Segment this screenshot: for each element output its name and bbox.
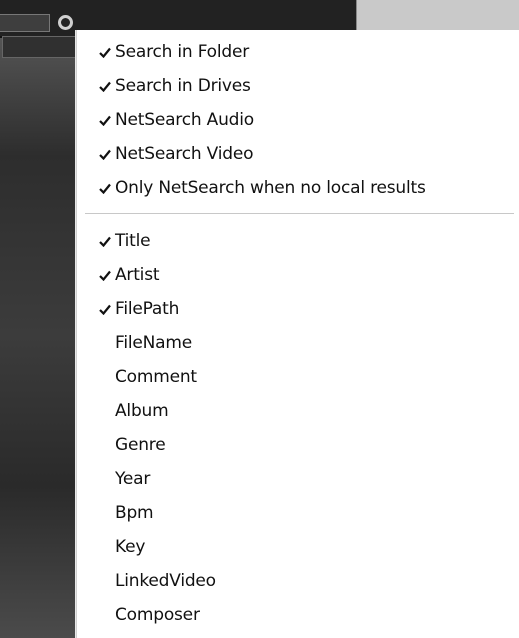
menu-item-label: FilePath: [115, 299, 180, 319]
checkmark-icon: [77, 69, 115, 103]
menu-item-label: Year: [115, 469, 151, 489]
menu-item-label: Key: [115, 537, 146, 557]
path-field[interactable]: [2, 36, 78, 58]
filter-field[interactable]: [0, 14, 50, 32]
menu-item-artist[interactable]: Artist: [77, 258, 519, 292]
menu-item-only-netsearch[interactable]: Only NetSearch when no local results: [77, 171, 519, 205]
menu-item-label: NetSearch Audio: [115, 110, 254, 130]
checkmark-icon: [77, 171, 115, 205]
menu-item-label: Search in Drives: [115, 76, 251, 96]
menu-item-label: Only NetSearch when no local results: [115, 178, 426, 198]
menu-item-search-in-folder[interactable]: Search in Folder: [77, 35, 519, 69]
checkmark-icon: [77, 103, 115, 137]
menu-item-year[interactable]: Year: [77, 462, 519, 496]
menu-item-linkedvideo[interactable]: LinkedVideo: [77, 564, 519, 598]
menu-separator: [85, 213, 514, 215]
checkmark-icon: [77, 292, 115, 326]
menu-item-label: Genre: [115, 435, 166, 455]
checkmark-icon: [77, 35, 115, 69]
menu-item-title[interactable]: Title: [77, 224, 519, 258]
menu-item-netsearch-video[interactable]: NetSearch Video: [77, 137, 519, 171]
left-panel: [0, 36, 80, 638]
menu-item-composer[interactable]: Composer: [77, 598, 519, 632]
menu-item-search-in-drives[interactable]: Search in Drives: [77, 69, 519, 103]
menu-item-label: NetSearch Video: [115, 144, 254, 164]
search-options-menu: Search in Folder Search in Drives NetSea…: [76, 30, 519, 638]
menu-item-label: Comment: [115, 367, 197, 387]
checkmark-icon: [77, 258, 115, 292]
menu-item-album[interactable]: Album: [77, 394, 519, 428]
menu-item-label: Search in Folder: [115, 42, 250, 62]
menu-item-label: Title: [115, 231, 151, 251]
menu-item-label: Bpm: [115, 503, 154, 523]
menu-item-filename[interactable]: FileName: [77, 326, 519, 360]
menu-item-label: Album: [115, 401, 169, 421]
menu-item-label: FileName: [115, 333, 193, 353]
menu-item-genre[interactable]: Genre: [77, 428, 519, 462]
menu-item-label: Artist: [115, 265, 160, 285]
checkmark-icon: [77, 224, 115, 258]
menu-item-label: LinkedVideo: [115, 571, 216, 591]
menu-item-bpm[interactable]: Bpm: [77, 496, 519, 530]
search-icon[interactable]: [58, 15, 73, 30]
menu-item-filepath[interactable]: FilePath: [77, 292, 519, 326]
menu-item-comment[interactable]: Comment: [77, 360, 519, 394]
checkmark-icon: [77, 137, 115, 171]
menu-item-netsearch-audio[interactable]: NetSearch Audio: [77, 103, 519, 137]
menu-item-key[interactable]: Key: [77, 530, 519, 564]
menu-item-label: Composer: [115, 605, 200, 625]
